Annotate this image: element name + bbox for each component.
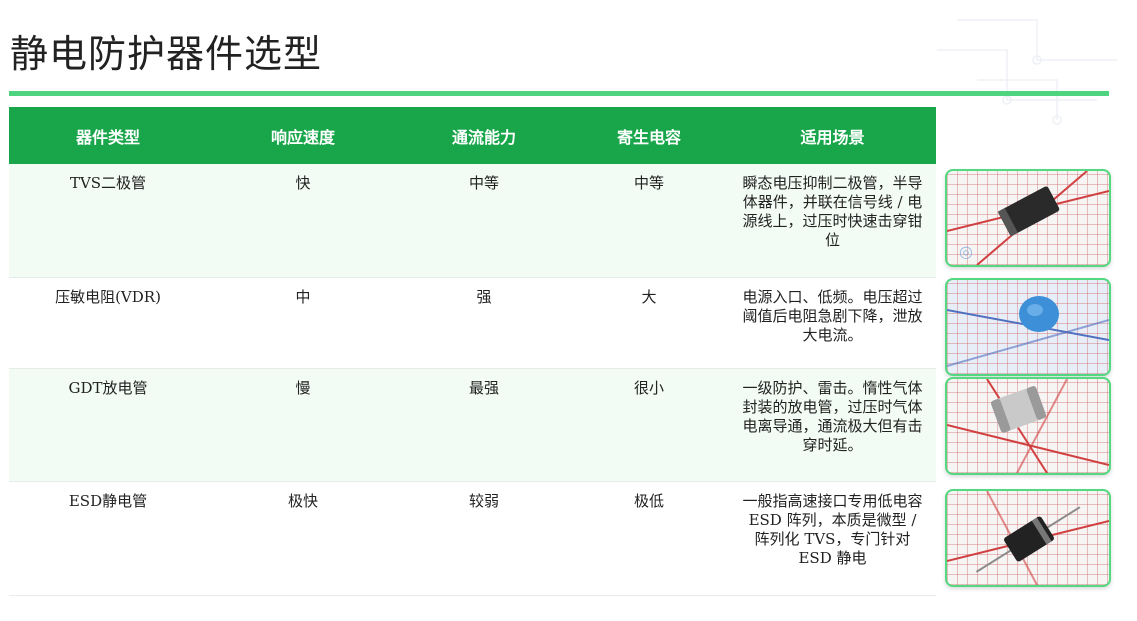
table-row: 压敏电阻(VDR) 中 强 大 电源入口、低频。电压超过阈值后电阻急剧下降，泄放… xyxy=(9,278,936,369)
selection-table: 器件类型 响应速度 通流能力 寄生电容 适用场景 TVS二极管 快 中等 中等 … xyxy=(9,107,936,596)
cell-response-speed: 慢 xyxy=(295,379,311,397)
header-application: 适用场景 xyxy=(800,127,865,147)
header-current-capacity: 通流能力 xyxy=(451,127,516,147)
title-divider xyxy=(9,91,1109,96)
cell-current-capacity: 最强 xyxy=(468,379,499,397)
cell-response-speed: 中 xyxy=(295,288,311,306)
cell-application: 一级防护、雷击。惰性气体封装的放电管，过压时气体电离导通，通流极大但有击穿时延。 xyxy=(742,379,923,454)
esd-diode-photo-icon xyxy=(945,489,1111,587)
header-parasitic-capacitance: 寄生电容 xyxy=(616,127,681,147)
cell-current-capacity: 较弱 xyxy=(468,492,499,510)
cell-current-capacity: 中等 xyxy=(468,174,499,192)
cell-application: 电源入口、低频。电压超过阈值后电阻急剧下降，泄放大电流。 xyxy=(742,288,923,344)
cell-parasitic-capacitance: 很小 xyxy=(633,379,664,397)
gdt-photo-icon xyxy=(945,377,1111,475)
cell-application: 一般指高速接口专用低电容 ESD 阵列，本质是微型 / 阵列化 TVS，专门针对… xyxy=(742,492,923,567)
cell-current-capacity: 强 xyxy=(476,288,492,306)
table-header: 器件类型 响应速度 通流能力 寄生电容 适用场景 xyxy=(9,107,936,164)
table-row: GDT放电管 慢 最强 很小 一级防护、雷击。惰性气体封装的放电管，过压时气体电… xyxy=(9,369,936,482)
page-title: 静电防护器件选型 xyxy=(10,32,323,76)
cell-parasitic-capacitance: 极低 xyxy=(633,492,664,510)
table-row: TVS二极管 快 中等 中等 瞬态电压抑制二极管，半导体器件，并联在信号线 / … xyxy=(9,164,936,278)
cell-device-type: GDT放电管 xyxy=(68,379,148,397)
circuit-decoration-icon xyxy=(937,19,1117,125)
varistor-photo-icon xyxy=(945,278,1111,376)
header-response-speed: 响应速度 xyxy=(270,127,335,147)
cell-response-speed: 极快 xyxy=(287,492,318,510)
cell-device-type: TVS二极管 xyxy=(69,174,147,192)
cell-device-type: ESD静电管 xyxy=(68,492,148,510)
cell-parasitic-capacitance: 中等 xyxy=(633,174,664,192)
cell-response-speed: 快 xyxy=(295,174,311,192)
cell-application: 瞬态电压抑制二极管，半导体器件，并联在信号线 / 电源线上，过压时快速击穿钳位 xyxy=(742,174,923,249)
tvs-diode-photo-icon: ◎ xyxy=(945,169,1111,267)
cell-parasitic-capacitance: 大 xyxy=(641,288,657,306)
header-device-type: 器件类型 xyxy=(75,127,140,147)
table-row: ESD静电管 极快 较弱 极低 一般指高速接口专用低电容 ESD 阵列，本质是微… xyxy=(9,482,936,596)
svg-text:◎: ◎ xyxy=(959,242,973,261)
cell-device-type: 压敏电阻(VDR) xyxy=(55,288,161,306)
